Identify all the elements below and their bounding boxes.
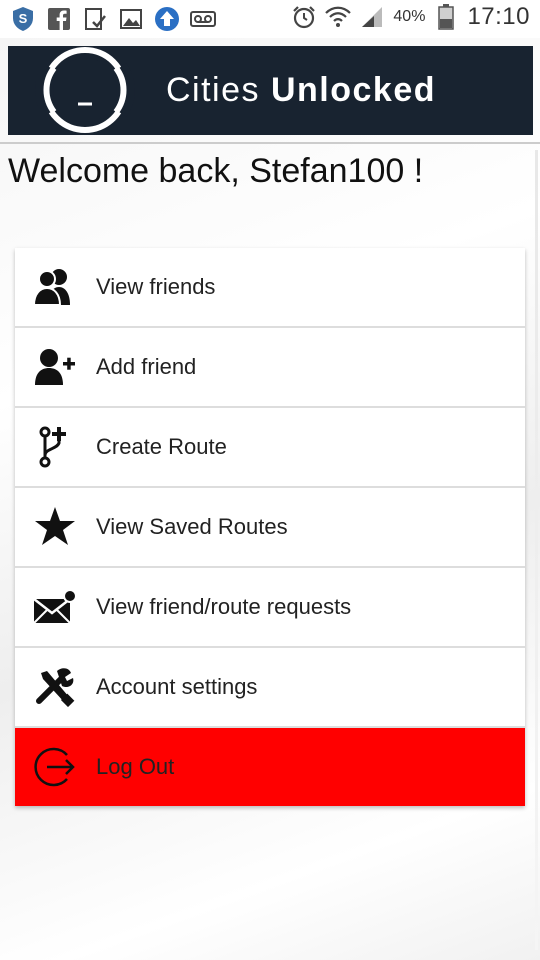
- menu-item-view-requests[interactable]: View friend/route requests: [15, 568, 525, 648]
- header-divider: [0, 142, 540, 144]
- create-route-icon: [33, 425, 77, 469]
- tools-icon: [33, 665, 77, 709]
- battery-percent: 40%: [393, 8, 426, 25]
- menu-item-account-settings[interactable]: Account settings: [15, 648, 525, 728]
- status-bar-notifications: S: [10, 5, 216, 33]
- menu-item-add-friend[interactable]: Add friend: [15, 328, 525, 408]
- menu-item-create-route[interactable]: Create Route: [15, 408, 525, 488]
- add-user-icon: [33, 345, 77, 389]
- menu-item-view-friends[interactable]: View friends: [15, 248, 525, 328]
- facebook-icon: [46, 5, 72, 33]
- menu-item-log-out[interactable]: Log Out: [15, 728, 525, 806]
- menu-item-label: Add friend: [96, 354, 197, 379]
- mail-notification-icon: [33, 585, 77, 629]
- menu-item-label: View Saved Routes: [96, 514, 288, 539]
- svg-text:S: S: [19, 11, 28, 26]
- logout-icon: [33, 745, 77, 789]
- alarm-icon: [291, 3, 317, 31]
- star-icon: [33, 505, 77, 549]
- scrollbar[interactable]: [535, 150, 538, 950]
- brand-name-bold: Unlocked: [270, 71, 437, 109]
- shield-icon: S: [10, 5, 36, 33]
- voicemail-icon: [190, 5, 216, 33]
- main-menu: View friends Add friend Create Route Vie…: [15, 248, 525, 806]
- menu-item-label: Account settings: [96, 674, 258, 699]
- welcome-message: Welcome back, Stefan100 !: [8, 152, 424, 190]
- status-bar-system: 40% 17:10: [291, 3, 530, 31]
- upload-icon: [154, 5, 180, 33]
- friends-icon: [33, 265, 77, 309]
- image-icon: [118, 5, 144, 33]
- menu-item-label: Log Out: [96, 754, 175, 779]
- menu-item-label: Create Route: [96, 434, 227, 459]
- brand-name-light: Cities: [166, 71, 271, 109]
- menu-item-label: View friend/route requests: [96, 594, 352, 619]
- app-banner: Cities Unlocked: [8, 46, 533, 135]
- menu-item-label: View friends: [96, 274, 216, 299]
- menu-item-view-saved-routes[interactable]: View Saved Routes: [15, 488, 525, 568]
- wifi-icon: [325, 3, 352, 31]
- clock-time: 17:10: [467, 3, 530, 30]
- clipboard-check-icon: [82, 5, 108, 33]
- status-bar: S 40% 17:10: [0, 0, 540, 38]
- cities-unlocked-logo-icon: [20, 46, 150, 135]
- brand-name: Cities Unlocked: [166, 71, 436, 110]
- battery-icon: [433, 3, 459, 31]
- signal-icon: [359, 3, 385, 31]
